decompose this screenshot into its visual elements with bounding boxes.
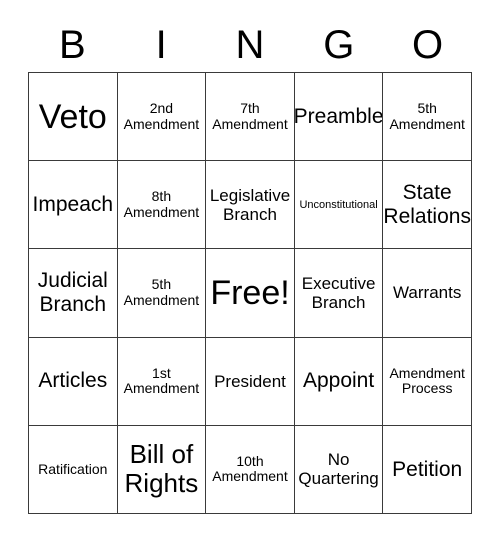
- bingo-cell-r3c2[interactable]: 5th Amendment: [117, 249, 207, 338]
- bingo-cell-r5c2[interactable]: Bill of Rights: [117, 425, 207, 514]
- bingo-cell-r3c5[interactable]: Warrants: [383, 249, 472, 338]
- bingo-cell-label: Judicial Branch: [37, 269, 108, 316]
- bingo-header-letter-b: B: [59, 23, 86, 67]
- bingo-cell-label: Appoint: [302, 369, 375, 393]
- bingo-cell-r2c2[interactable]: 8th Amendment: [117, 161, 207, 250]
- bingo-cell-r1c2[interactable]: 2nd Amendment: [117, 73, 207, 162]
- bingo-cell-r1c4[interactable]: Preamble: [294, 73, 384, 162]
- bingo-cell-r4c5[interactable]: Amendment Process: [383, 337, 472, 426]
- bingo-cell-label: Amendment Process: [389, 364, 465, 397]
- bingo-cell-label: 5th Amendment: [389, 99, 465, 132]
- bingo-header-letter-i: I: [155, 23, 167, 67]
- bingo-cell-label: Preamble: [294, 104, 384, 128]
- bingo-header-letter-g: G: [323, 23, 355, 67]
- bingo-cell-label: Bill of Rights: [124, 439, 199, 499]
- bingo-header-letter-o: O: [412, 23, 444, 67]
- bingo-cell-label: Articles: [38, 369, 108, 393]
- bingo-header-letter-n: N: [235, 23, 265, 67]
- bingo-cell-label: Executive Branch: [301, 273, 376, 312]
- bingo-cell-r2c1[interactable]: Impeach: [29, 161, 118, 250]
- bingo-cell-r2c3[interactable]: Legislative Branch: [206, 161, 295, 250]
- bingo-cell-r3c1[interactable]: Judicial Branch: [29, 249, 118, 338]
- bingo-cell-r5c5[interactable]: Petition: [383, 425, 472, 514]
- bingo-card: B I N G O Veto 2nd Amendment 7th Amendment Prea…: [0, 0, 500, 544]
- bingo-cell-label: Warrants: [393, 283, 462, 303]
- bingo-cell-label: No Quartering: [298, 450, 379, 489]
- bingo-cell-r4c4[interactable]: Appoint: [294, 337, 384, 426]
- bingo-cell-r1c3[interactable]: 7th Amendment: [206, 73, 295, 162]
- bingo-cell-label: Impeach: [32, 193, 114, 217]
- bingo-cell-label: 8th Amendment: [123, 188, 200, 220]
- bingo-cell-r2c5[interactable]: State Relations: [383, 161, 472, 250]
- bingo-cell-r5c1[interactable]: Ratification: [29, 425, 118, 514]
- bingo-cell-r5c4[interactable]: No Quartering: [294, 425, 384, 514]
- bingo-cell-free[interactable]: Free!: [206, 249, 295, 338]
- bingo-cell-r4c1[interactable]: Articles: [29, 337, 118, 426]
- bingo-cell-label: Petition: [392, 457, 463, 481]
- bingo-cell-r1c5[interactable]: 5th Amendment: [383, 73, 472, 162]
- bingo-cell-label: Legislative Branch: [209, 185, 291, 224]
- bingo-cell-label: 10th Amendment: [212, 452, 288, 485]
- bingo-cell-label: 2nd Amendment: [123, 99, 200, 132]
- bingo-cell-label: Free!: [210, 273, 290, 312]
- bingo-cell-r4c2[interactable]: 1st Amendment: [117, 337, 207, 426]
- bingo-header: BINGO: [28, 20, 472, 70]
- bingo-cell-r1c1[interactable]: Veto: [29, 73, 118, 162]
- bingo-cell-label: 5th Amendment: [123, 276, 200, 308]
- bingo-cell-r4c3[interactable]: President: [206, 337, 295, 426]
- bingo-cell-label: Ratification: [38, 460, 108, 477]
- bingo-cell-label: 7th Amendment: [212, 99, 288, 132]
- bingo-cell-r5c3[interactable]: 10th Amendment: [206, 425, 295, 514]
- bingo-cell-label: President: [214, 371, 286, 391]
- bingo-cell-label: State Relations: [383, 181, 471, 228]
- bingo-cell-label: 1st Amendment: [123, 364, 200, 397]
- bingo-cell-r2c4[interactable]: Unconstitutional: [294, 161, 384, 250]
- bingo-grid: Veto 2nd Amendment 7th Amendment Preamble 5t…: [28, 72, 472, 514]
- bingo-cell-label: Unconstitutional: [299, 198, 378, 211]
- bingo-cell-label: Veto: [38, 97, 107, 136]
- bingo-cell-r3c4[interactable]: Executive Branch: [294, 249, 384, 338]
